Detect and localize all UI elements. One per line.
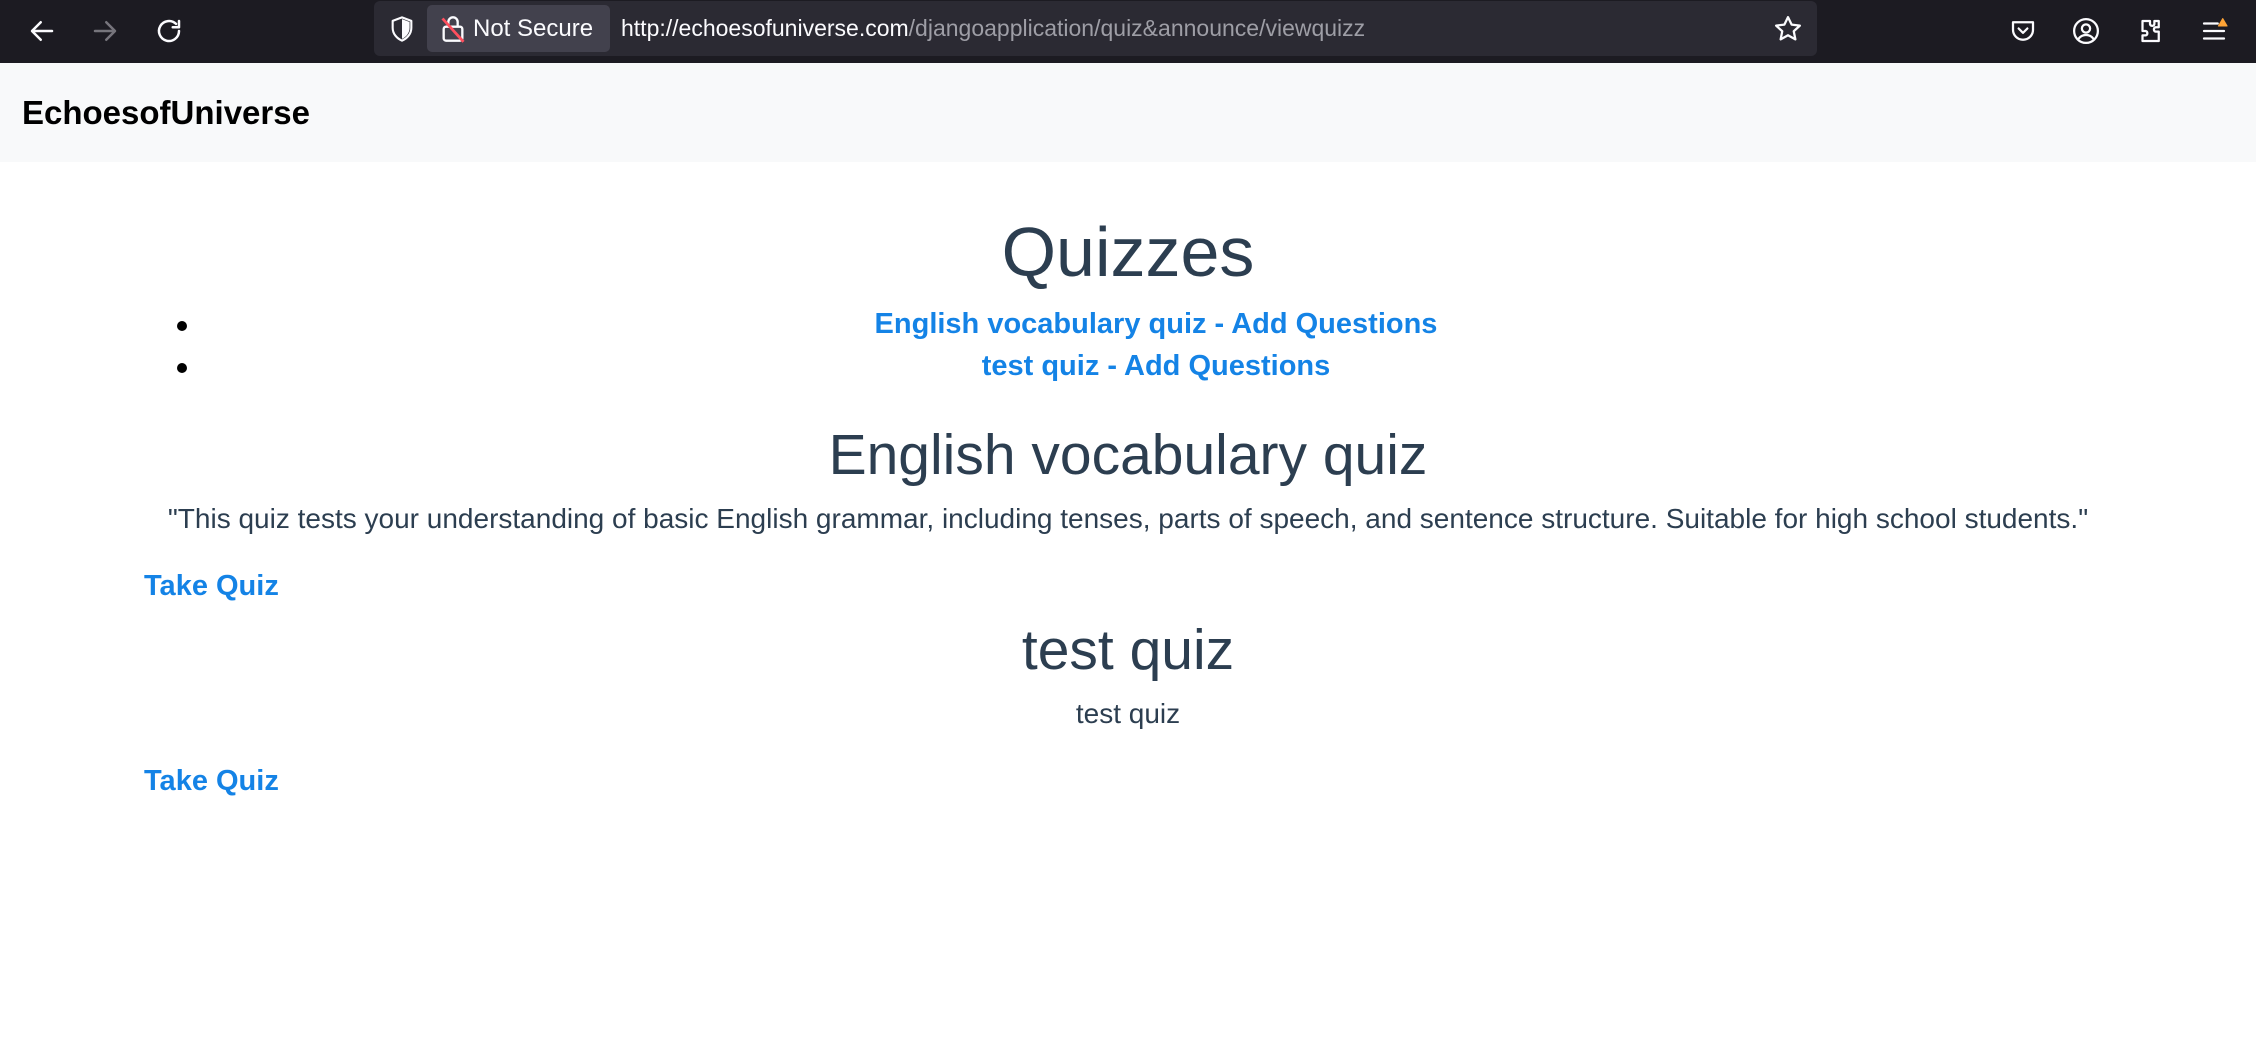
bookmark-star-icon: [1775, 16, 1801, 41]
quiz-link-list: English vocabulary quiz - Add Questions …: [177, 303, 2112, 387]
forward-icon: [93, 21, 117, 41]
extensions-icon: [2141, 19, 2160, 43]
list-item: English vocabulary quiz - Add Questions: [177, 303, 2112, 345]
account-icon: [2073, 18, 2099, 44]
quiz-description: "This quiz tests your understanding of b…: [167, 503, 2089, 534]
reload-button[interactable]: [146, 8, 192, 54]
app-menu-button[interactable]: [2191, 8, 2237, 54]
url-path: /djangoapplication/quiz&announce/viewqui…: [908, 15, 1366, 41]
page-title: Quizzes: [1001, 213, 1255, 291]
pocket-button[interactable]: [2000, 8, 2046, 54]
forward-button[interactable]: [82, 8, 128, 54]
quiz-title: English vocabulary quiz: [828, 423, 1428, 487]
extensions-button[interactable]: [2127, 8, 2173, 54]
reload-icon: [157, 19, 181, 43]
back-button[interactable]: [19, 8, 65, 54]
add-questions-link[interactable]: test quiz - Add Questions: [982, 350, 1331, 382]
bookmark-button[interactable]: [1771, 12, 1805, 46]
menu-icon: [2202, 18, 2228, 40]
url-host: http://echoesofuniverse.com: [621, 15, 909, 41]
take-quiz-link[interactable]: Take Quiz: [144, 765, 279, 798]
site-security-button[interactable]: Not Secure: [427, 5, 610, 52]
quiz-title: test quiz: [1021, 618, 1235, 682]
browser-toolbar: Not Secure http://echoesofuniverse.com/d…: [0, 0, 2256, 63]
add-questions-link[interactable]: English vocabulary quiz - Add Questions: [875, 308, 1438, 340]
back-icon: [30, 21, 54, 41]
tracking-protection-button[interactable]: [386, 13, 418, 45]
take-quiz-link[interactable]: Take Quiz: [144, 570, 279, 603]
site-navbar: EchoesofUniverse: [0, 63, 2256, 162]
site-brand-link[interactable]: EchoesofUniverse: [22, 63, 310, 162]
account-button[interactable]: [2063, 8, 2109, 54]
list-item: test quiz - Add Questions: [177, 345, 2112, 387]
address-bar[interactable]: Not Secure http://echoesofuniverse.com/d…: [374, 1, 1817, 56]
security-label: Not Secure: [473, 14, 594, 42]
url-text[interactable]: http://echoesofuniverse.com/djangoapplic…: [621, 1, 1365, 56]
shield-icon: [391, 16, 413, 42]
insecure-lock-icon: [441, 15, 465, 43]
pocket-icon: [2011, 21, 2035, 41]
quiz-description: test quiz: [1075, 698, 1181, 729]
